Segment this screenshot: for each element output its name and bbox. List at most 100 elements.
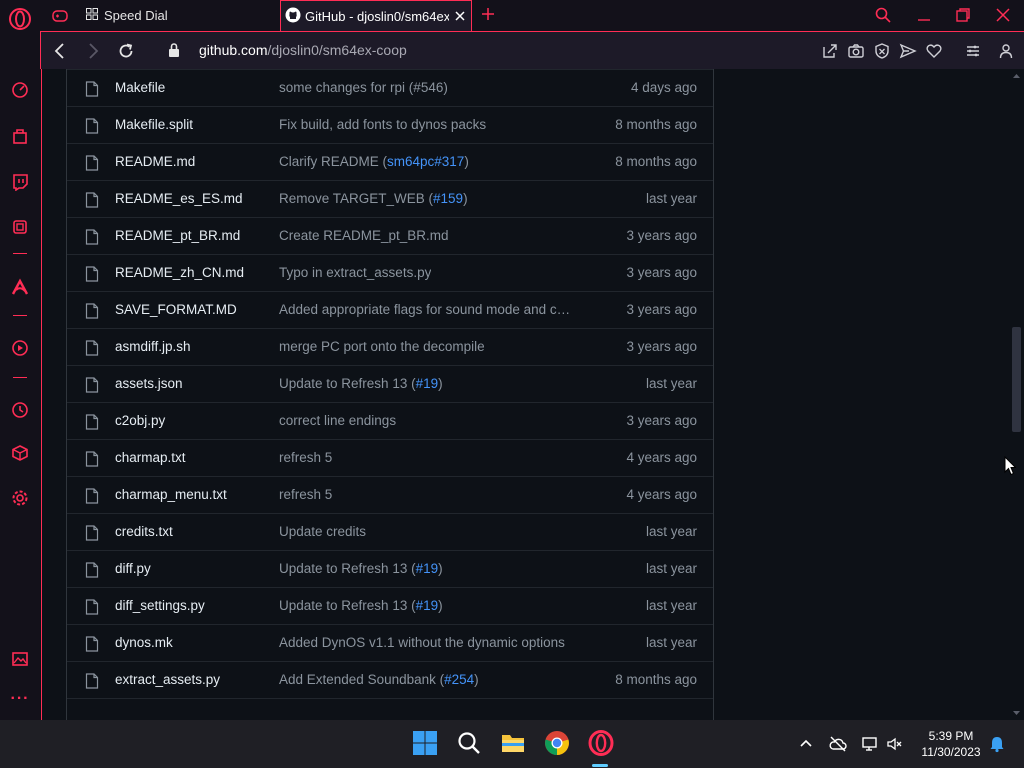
camera-snapshot-icon[interactable] bbox=[847, 42, 865, 60]
commit-reference-link[interactable]: sm64pc#317 bbox=[387, 154, 464, 169]
file-name-link[interactable]: charmap_menu.txt bbox=[115, 487, 227, 502]
windows-start-icon[interactable] bbox=[412, 730, 438, 756]
game-controller-icon[interactable] bbox=[46, 0, 74, 31]
file-row[interactable]: diff.py Update to Refresh 13 (#19) last ye… bbox=[67, 550, 713, 587]
file-name-link[interactable]: diff_settings.py bbox=[115, 598, 205, 613]
chevron-up-icon[interactable] bbox=[797, 735, 815, 753]
commit-reference-link[interactable]: #159 bbox=[433, 191, 463, 206]
file-row[interactable]: README_es_ES.md Remove TARGET_WEB (#159) l… bbox=[67, 180, 713, 217]
volume-muted-icon[interactable] bbox=[886, 735, 904, 753]
history-icon[interactable] bbox=[8, 398, 32, 422]
commit-reference-link[interactable]: #19 bbox=[416, 561, 439, 576]
file-explorer-icon[interactable] bbox=[500, 730, 526, 756]
share-icon[interactable] bbox=[821, 42, 839, 60]
commit-message-link[interactable]: Added DynOS v1.1 without the dynamic opt… bbox=[279, 635, 565, 650]
settings-gear-icon[interactable] bbox=[8, 486, 32, 510]
file-row[interactable]: charmap.txt refresh 5 4 years ago bbox=[67, 439, 713, 476]
aria-icon[interactable] bbox=[8, 275, 32, 299]
commit-message-link[interactable]: Create README_pt_BR.md bbox=[279, 228, 449, 243]
file-row[interactable]: dynos.mk Added DynOS v1.1 without the dyn… bbox=[67, 624, 713, 661]
file-row[interactable]: charmap_menu.txt refresh 5 4 years ago bbox=[67, 476, 713, 513]
scroll-up-arrow-icon[interactable] bbox=[1012, 72, 1021, 80]
profile-icon[interactable] bbox=[997, 42, 1015, 60]
send-icon[interactable] bbox=[899, 42, 917, 60]
commit-message-link[interactable]: Add Extended Soundbank (#254) bbox=[279, 672, 479, 687]
file-row[interactable]: c2obj.py correct line endings 3 years ago bbox=[67, 402, 713, 439]
file-name-link[interactable]: README_zh_CN.md bbox=[115, 265, 244, 280]
restore-window-icon[interactable] bbox=[954, 6, 972, 24]
heart-bookmark-icon[interactable] bbox=[925, 42, 943, 60]
player-icon[interactable] bbox=[8, 336, 32, 360]
commit-reference-link[interactable]: #254 bbox=[444, 672, 474, 687]
bag-icon[interactable] bbox=[8, 124, 32, 148]
file-row[interactable]: Makefile some changes for rpi (#546) 4 day… bbox=[67, 69, 713, 106]
scrollbar-thumb[interactable] bbox=[1012, 327, 1021, 432]
file-name-link[interactable]: charmap.txt bbox=[115, 450, 186, 465]
commit-message-link[interactable]: refresh 5 bbox=[279, 487, 332, 502]
display-network-icon[interactable] bbox=[861, 735, 879, 753]
file-name-link[interactable]: SAVE_FORMAT.MD bbox=[115, 302, 237, 317]
commit-message-link[interactable]: Fix build, add fonts to dynos packs bbox=[279, 117, 486, 132]
file-name-link[interactable]: asmdiff.jp.sh bbox=[115, 339, 191, 354]
onedrive-cloud-icon[interactable] bbox=[829, 735, 847, 753]
file-row[interactable]: assets.json Update to Refresh 13 (#19) las… bbox=[67, 365, 713, 402]
cube-icon[interactable] bbox=[8, 441, 32, 465]
commit-reference-link[interactable]: #19 bbox=[416, 376, 439, 391]
system-clock[interactable]: 5:39 PM 11/30/2023 bbox=[916, 728, 986, 760]
file-row[interactable]: Makefile.split Fix build, add fonts to dy… bbox=[67, 106, 713, 143]
commit-message-link[interactable]: Clarify README (sm64pc#317) bbox=[279, 154, 469, 169]
file-row[interactable]: SAVE_FORMAT.MD Added appropriate flags fo… bbox=[67, 291, 713, 328]
url-field[interactable]: github.com/djoslin0/sm64ex-coop bbox=[199, 42, 407, 58]
page-scrollbar[interactable] bbox=[1009, 69, 1024, 720]
file-row[interactable]: README_zh_CN.md Typo in extract_assets.py… bbox=[67, 254, 713, 291]
commit-message-link[interactable]: Update to Refresh 13 (#19) bbox=[279, 561, 443, 576]
file-name-link[interactable]: assets.json bbox=[115, 376, 183, 391]
search-icon[interactable] bbox=[456, 730, 482, 756]
commit-message-link[interactable]: Update to Refresh 13 (#19) bbox=[279, 598, 443, 613]
tab-github[interactable]: GitHub - djoslin0/sm64ex-coop bbox=[280, 0, 472, 31]
file-name-link[interactable]: c2obj.py bbox=[115, 413, 165, 428]
file-name-link[interactable]: README_pt_BR.md bbox=[115, 228, 240, 243]
opera-logo-icon[interactable] bbox=[8, 7, 32, 31]
gallery-icon[interactable] bbox=[8, 647, 32, 671]
file-name-link[interactable]: diff.py bbox=[115, 561, 151, 576]
forward-arrow-icon[interactable] bbox=[83, 41, 103, 61]
file-name-link[interactable]: dynos.mk bbox=[115, 635, 173, 650]
file-row[interactable]: README.md Clarify README (sm64pc#317) 8 mo… bbox=[67, 143, 713, 180]
file-name-link[interactable]: Makefile.split bbox=[115, 117, 193, 132]
notification-bell-icon[interactable] bbox=[988, 735, 1006, 753]
scroll-down-arrow-icon[interactable] bbox=[1012, 709, 1021, 717]
file-row[interactable]: extract_assets.py Add Extended Soundbank … bbox=[67, 661, 713, 698]
minimize-icon[interactable] bbox=[915, 6, 933, 24]
speedometer-icon[interactable] bbox=[8, 78, 32, 102]
new-tab-plus-icon[interactable] bbox=[480, 6, 496, 22]
opera-icon[interactable] bbox=[588, 730, 614, 756]
close-tab-icon[interactable] bbox=[453, 9, 467, 23]
file-row[interactable]: diff_settings.py Update to Refresh 13 (#1… bbox=[67, 587, 713, 624]
search-tabs-icon[interactable] bbox=[874, 6, 892, 24]
commit-message-link[interactable]: refresh 5 bbox=[279, 450, 332, 465]
file-name-link[interactable]: extract_assets.py bbox=[115, 672, 220, 687]
file-name-link[interactable]: credits.txt bbox=[115, 524, 173, 539]
file-row[interactable]: asmdiff.jp.sh merge PC port onto the deco… bbox=[67, 328, 713, 365]
close-window-icon[interactable] bbox=[994, 6, 1012, 24]
commit-message-link[interactable]: Remove TARGET_WEB (#159) bbox=[279, 191, 468, 206]
easy-setup-icon[interactable] bbox=[964, 42, 982, 60]
twitch-icon[interactable] bbox=[8, 170, 32, 194]
commit-message-link[interactable]: some changes for rpi (#546) bbox=[279, 80, 448, 95]
commit-message-link[interactable]: merge PC port onto the decompile bbox=[279, 339, 485, 354]
commit-message-link[interactable]: Update credits bbox=[279, 524, 366, 539]
commit-message-link[interactable]: Update to Refresh 13 (#19) bbox=[279, 376, 443, 391]
commit-reference-link[interactable]: #19 bbox=[416, 598, 439, 613]
chrome-icon[interactable] bbox=[544, 730, 570, 756]
commit-message-link[interactable]: correct line endings bbox=[279, 413, 396, 428]
commit-message-link[interactable]: Added appropriate flags for sound mode a… bbox=[279, 302, 570, 317]
file-row[interactable]: README_pt_BR.md Create README_pt_BR.md 3 y… bbox=[67, 217, 713, 254]
lock-icon[interactable] bbox=[168, 42, 180, 58]
more-options-icon[interactable]: ··· bbox=[8, 691, 32, 712]
file-name-link[interactable]: README.md bbox=[115, 154, 195, 169]
file-row[interactable]: credits.txt Update credits last year bbox=[67, 513, 713, 550]
file-name-link[interactable]: README_es_ES.md bbox=[115, 191, 243, 206]
adblock-shield-icon[interactable] bbox=[873, 42, 891, 60]
reload-icon[interactable] bbox=[116, 41, 136, 61]
